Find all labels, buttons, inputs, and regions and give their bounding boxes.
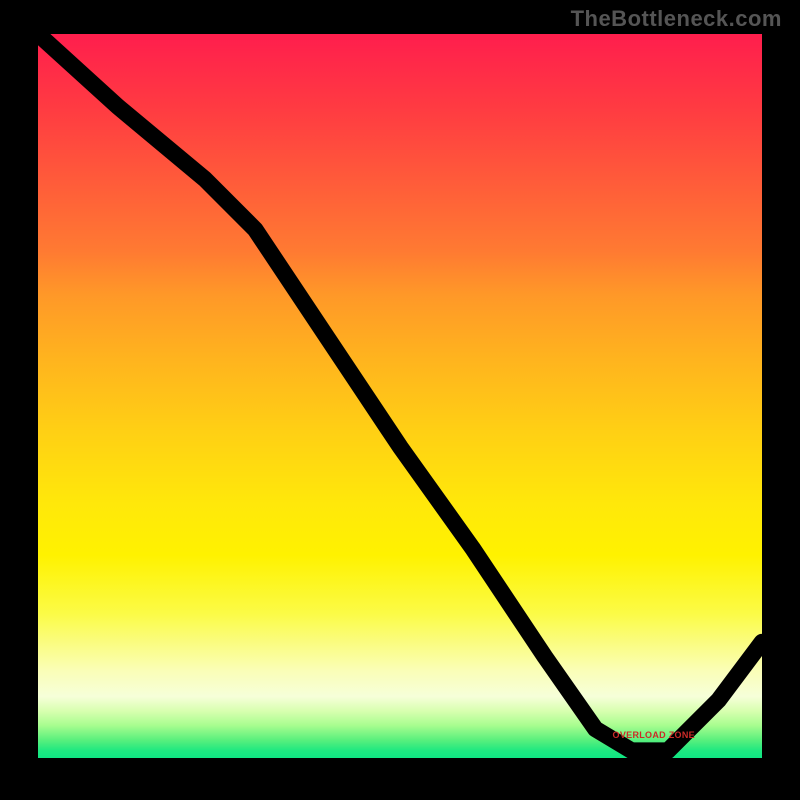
chart-svg <box>38 34 762 758</box>
bottleneck-curve <box>38 34 762 751</box>
overload-zone-annotation: OVERLOAD ZONE <box>613 730 695 740</box>
chart-frame: TheBottleneck.com OVERLOAD ZONE <box>0 0 800 800</box>
watermark-text: TheBottleneck.com <box>571 6 782 32</box>
plot-area: OVERLOAD ZONE <box>38 34 762 758</box>
